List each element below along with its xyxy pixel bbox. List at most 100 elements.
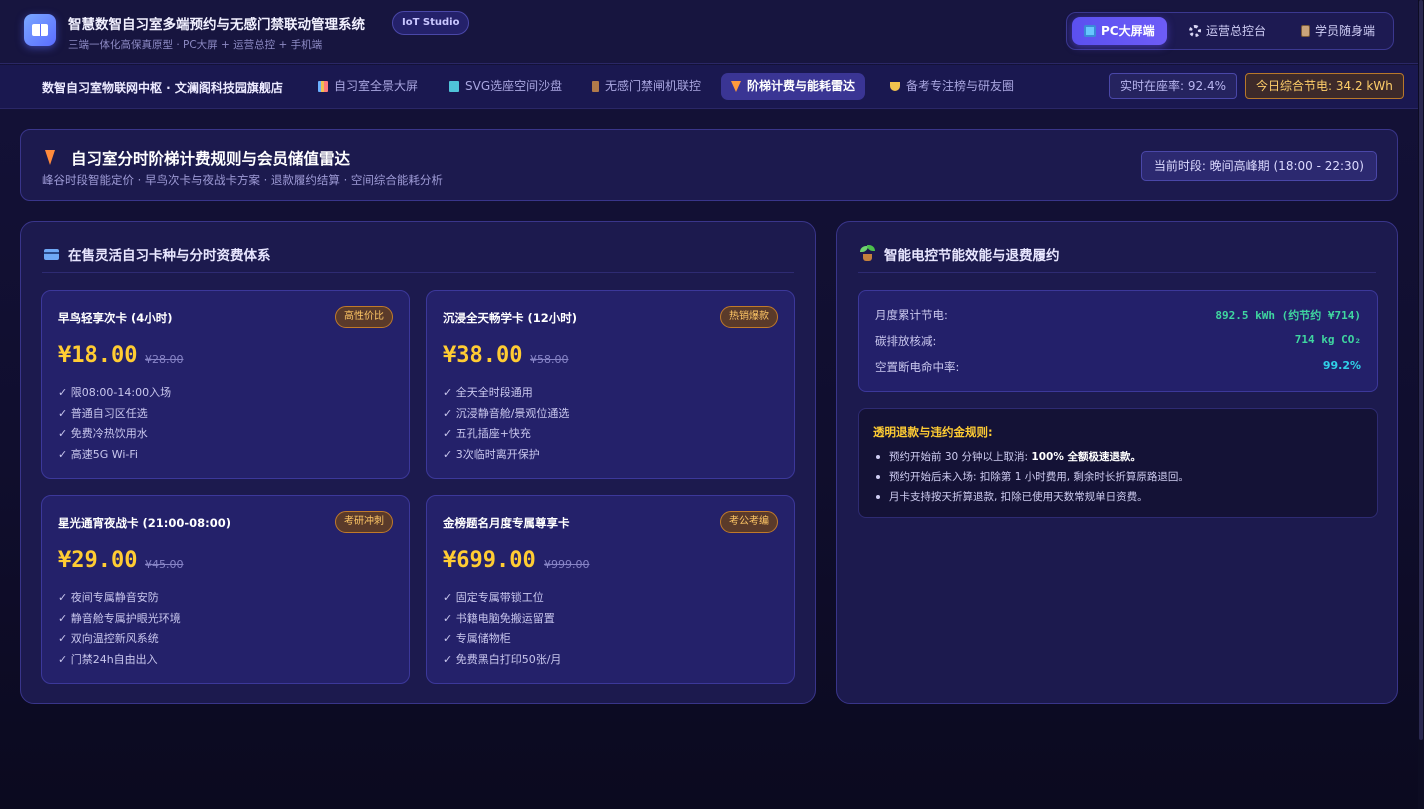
card-feature: ✓ 沉浸静音舱/景观位通选 — [443, 406, 570, 420]
card-feature: ✓ 书籍电脑免搬运留置 — [443, 611, 555, 625]
card-name: 沉浸全天畅学卡 (12小时) — [443, 311, 578, 325]
nav-tab-label: 备考专注榜与研友圈 — [906, 79, 1015, 93]
rule-text: 预约开始前 30 分钟以上取消: — [889, 451, 1032, 463]
lightning-icon — [45, 150, 55, 165]
monitor-icon — [1084, 25, 1096, 37]
card-feature: ✓ 夜间专属静音安防 — [58, 591, 159, 604]
mode-pc-screen-label: PC大屏端 — [1101, 24, 1155, 38]
card-feature: ✓ 免费黑白打印50张/月 — [443, 652, 562, 666]
mode-pc-screen-button[interactable]: PC大屏端 — [1072, 17, 1167, 45]
page-title: 自习室分时阶梯计费规则与会员储值雷达 — [71, 150, 351, 168]
card-original-price: ¥999.00 — [544, 558, 590, 571]
card-name: 星光通宵夜战卡 (21:00-08:00) — [58, 516, 231, 530]
pricing-panel-header: 在售灵活自习卡种与分时资费体系 — [42, 243, 794, 273]
card-feature: ✓ 门禁24h自由出入 — [58, 652, 158, 666]
price-card-early-bird[interactable]: 早鸟轻享次卡 (4小时) 高性价比 ¥18.00 ¥28.00 ✓ 限08:00… — [41, 290, 410, 479]
energy-panel-header: 智能电控节能效能与退费履约 — [858, 243, 1376, 273]
rule-text: 预约开始后未入场: 扣除第 1 小时费用, 剩余时长折算原路退回。 — [889, 471, 1189, 483]
card-feature: ✓ 专属储物柜 — [443, 632, 511, 645]
card-name: 早鸟轻享次卡 (4小时) — [58, 311, 173, 325]
card-original-price: ¥28.00 — [145, 353, 184, 366]
card-original-price: ¥58.00 — [530, 353, 569, 366]
nav-tab-label: SVG选座空间沙盘 — [465, 79, 563, 93]
card-feature-list: ✓ 全天全时段通用 ✓ 沉浸静音舱/景观位通选 ✓ 五孔插座+快充 ✓ 3次临时… — [443, 383, 569, 465]
pricing-panel-title: 在售灵活自习卡种与分时资费体系 — [68, 248, 271, 264]
nav-tab-overview-screen[interactable]: 自习室全景大屏 — [308, 73, 428, 100]
mode-switcher: PC大屏端 运营总控台 学员随身端 — [1066, 12, 1394, 50]
card-tag-badge: 考公考编 — [720, 511, 778, 533]
nav-tab-leaderboard[interactable]: 备考专注榜与研友圈 — [880, 73, 1024, 100]
nav-tab-seat-map[interactable]: SVG选座空间沙盘 — [439, 73, 572, 100]
book-logo-icon — [24, 14, 56, 46]
stat-label: 月度累计节电: — [875, 308, 948, 322]
pricing-panel: 在售灵活自习卡种与分时资费体系 早鸟轻享次卡 (4小时) 高性价比 ¥18.00… — [20, 221, 816, 704]
stat-value: 714 kg CO₂ — [1294, 333, 1361, 346]
app-title: 智慧数智自习室多端预约与无感门禁联动管理系统 — [68, 17, 365, 33]
card-feature-list: ✓ 限08:00-14:00入场 ✓ 普通自习区任选 ✓ 免费冷热饮用水 ✓ 高… — [58, 383, 171, 465]
card-feature-list: ✓ 固定专属带锁工位 ✓ 书籍电脑免搬运留置 ✓ 专属储物柜 ✓ 免费黑白打印5… — [443, 588, 561, 670]
nav-tab-access-gate[interactable]: 无感门禁闸机联控 — [582, 73, 711, 100]
app-header: 智慧数智自习室多端预约与无感门禁联动管理系统 IoT Studio 三端一体化高… — [0, 0, 1418, 64]
page-subtitle: 峰谷时段智能定价 · 早鸟次卡与夜战卡方案 · 退款履约结算 · 空间综合能耗分… — [42, 173, 443, 187]
stat-value: 99.2% — [1322, 359, 1361, 372]
sprout-icon — [860, 245, 875, 261]
door-icon — [592, 81, 599, 92]
store-brand-label: 数智自习室物联网中枢 · 文澜阁科技园旗舰店 — [42, 81, 283, 95]
refund-rule-item: 月卡支持按天折算退款, 扣除已使用天数常规单日资费。 — [875, 487, 1189, 507]
iot-studio-badge: IoT Studio — [392, 11, 470, 35]
price-card-monthly[interactable]: 金榜题名月度专属尊享卡 考公考编 ¥699.00 ¥999.00 ✓ 固定专属带… — [426, 495, 795, 684]
mode-ops-console-button[interactable]: 运营总控台 — [1177, 17, 1278, 45]
card-feature: ✓ 固定专属带锁工位 — [443, 591, 544, 604]
card-tag-badge: 考研冲刺 — [335, 511, 393, 533]
card-price: ¥18.00 — [58, 343, 138, 368]
page-scrollbar[interactable] — [1418, 0, 1424, 809]
trophy-icon — [890, 82, 900, 91]
gear-icon — [1189, 25, 1201, 37]
stat-row-carbon: 碳排放核减: 714 kg CO₂ — [875, 333, 1361, 351]
lightning-icon — [731, 81, 741, 92]
card-price: ¥38.00 — [443, 343, 523, 368]
refund-rules-box: 透明退款与违约金规则: 预约开始前 30 分钟以上取消: 100% 全额极速退款… — [858, 408, 1378, 518]
stat-row-monthly-saving: 月度累计节电: 892.5 kWh (约节约 ¥714) — [875, 307, 1361, 325]
stat-label: 碳排放核减: — [875, 334, 937, 348]
card-feature: ✓ 普通自习区任选 — [58, 406, 148, 420]
price-card-full-day[interactable]: 沉浸全天畅学卡 (12小时) 热销爆款 ¥38.00 ¥58.00 ✓ 全天全时… — [426, 290, 795, 479]
energy-saved-badge: 今日综合节电: 34.2 kWh — [1245, 73, 1404, 99]
stat-row-idle-cutoff: 空置断电命中率: 99.2% — [875, 359, 1361, 377]
map-icon — [449, 81, 459, 92]
card-tag-badge: 高性价比 — [335, 306, 393, 328]
card-feature: ✓ 限08:00-14:00入场 — [58, 386, 172, 399]
card-price: ¥29.00 — [58, 548, 138, 573]
card-feature: ✓ 3次临时离开保护 — [443, 447, 540, 461]
nav-tab-label: 自习室全景大屏 — [334, 79, 419, 93]
nav-tab-billing-energy[interactable]: 阶梯计费与能耗雷达 — [721, 73, 866, 100]
credit-card-icon — [44, 249, 59, 260]
card-feature: ✓ 免费冷热饮用水 — [58, 427, 148, 440]
mode-ops-console-label: 运营总控台 — [1206, 24, 1267, 38]
mode-mobile-button[interactable]: 学员随身端 — [1289, 17, 1387, 45]
card-tag-badge: 热销爆款 — [720, 306, 778, 328]
app-subtitle: 三端一体化高保真原型 · PC大屏 + 运营总控 + 手机端 — [68, 39, 323, 51]
energy-panel: 智能电控节能效能与退费履约 月度累计节电: 892.5 kWh (约节约 ¥71… — [836, 221, 1398, 704]
stat-value: 892.5 kWh (约节约 ¥714) — [1215, 309, 1361, 322]
mode-mobile-label: 学员随身端 — [1315, 24, 1376, 38]
energy-stats-box: 月度累计节电: 892.5 kWh (约节约 ¥714) 碳排放核减: 714 … — [858, 290, 1378, 392]
card-name: 金榜题名月度专属尊享卡 — [443, 516, 570, 530]
page-scrollbar-thumb[interactable] — [1419, 0, 1423, 740]
energy-panel-title: 智能电控节能效能与退费履约 — [884, 248, 1060, 264]
price-card-night[interactable]: 星光通宵夜战卡 (21:00-08:00) 考研冲刺 ¥29.00 ¥45.00… — [41, 495, 410, 684]
occupancy-rate-badge: 实时在座率: 92.4% — [1109, 73, 1237, 99]
stat-label: 空置断电命中率: — [875, 360, 960, 374]
card-original-price: ¥45.00 — [145, 558, 184, 571]
rule-text: 月卡支持按天折算退款, 扣除已使用天数常规单日资费。 — [889, 491, 1148, 503]
bar-chart-icon — [318, 81, 328, 92]
card-feature: ✓ 高速5G Wi-Fi — [58, 447, 138, 461]
card-price: ¥699.00 — [443, 548, 536, 573]
page-title-card: 自习室分时阶梯计费规则与会员储值雷达 峰谷时段智能定价 · 早鸟次卡与夜战卡方案… — [20, 129, 1398, 201]
nav-tab-label: 阶梯计费与能耗雷达 — [747, 79, 856, 93]
refund-rule-item: 预约开始后未入场: 扣除第 1 小时费用, 剩余时长折算原路退回。 — [875, 467, 1189, 487]
card-feature: ✓ 双向温控新风系统 — [58, 632, 159, 645]
refund-rules-list: 预约开始前 30 分钟以上取消: 100% 全额极速退款。 预约开始后未入场: … — [875, 447, 1189, 507]
phone-icon — [1301, 25, 1310, 37]
card-feature: ✓ 静音舱专属护眼光环境 — [58, 611, 181, 625]
